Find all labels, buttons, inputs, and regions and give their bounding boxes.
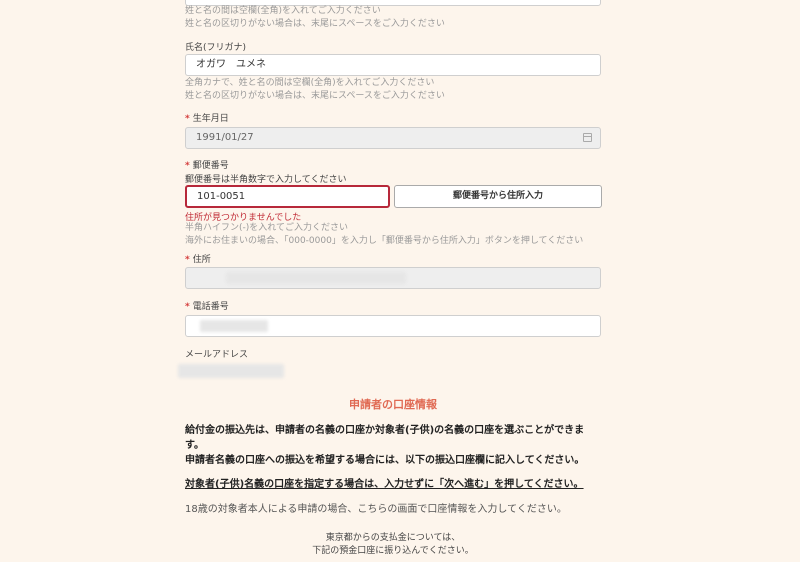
birth-label-text: 生年月日 [192, 114, 229, 124]
postal-lookup-button[interactable]: 郵便番号から住所入力 [394, 185, 602, 208]
address-label: * 住所 [185, 252, 211, 265]
postal-hint-2: 海外にお住まいの場合、「000-0000」を入力し「郵便番号から住所入力」ボタン… [185, 236, 584, 246]
birth-date-input[interactable]: 1991/01/27 [185, 127, 601, 149]
birth-label: * 生年月日 [185, 111, 229, 124]
required-mark: * [185, 302, 190, 312]
account-section-title: 申請者の口座情報 [349, 398, 437, 411]
account-center-line-2: 下記の預金口座に振り込んでください。 [312, 546, 474, 556]
address-label-text: 住所 [192, 255, 211, 265]
postal-label-text: 郵便番号 [192, 161, 229, 171]
postal-code-input[interactable]: 101-0051 [185, 185, 390, 208]
name-kana-hint-2: 姓と名の区切りがない場合は、末尾にスペースをご入力ください [185, 91, 445, 101]
redacted-phone [200, 320, 268, 332]
required-mark: * [185, 114, 190, 124]
name-kanji-hint-1: 姓と名の間は空欄(全角)を入れてご入力ください [185, 6, 381, 16]
account-paragraph-3: 対象者(子供)名義の口座を指定する場合は、入力せずに「次へ進む」を押してください… [185, 479, 584, 490]
postal-hint-1: 半角ハイフン(-)を入れてご入力ください [185, 223, 349, 233]
phone-label: * 電話番号 [185, 299, 229, 312]
account-center-line-1: 東京都からの支払金については、 [325, 533, 461, 543]
postal-sub-label: 郵便番号は半角数字で入力してください [185, 175, 347, 185]
account-paragraph-4: 18歳の対象者本人による申請の場合、こちらの画面で口座情報を入力してください。 [185, 504, 567, 515]
phone-input[interactable] [185, 315, 601, 337]
name-kanji-hint-2: 姓と名の区切りがない場合は、末尾にスペースをご入力ください [185, 19, 445, 29]
name-kana-label: 氏名(フリガナ) [185, 43, 247, 53]
birth-date-value: 1991/01/27 [196, 132, 254, 143]
account-paragraph-1: 給付金の振込先は、申請者の名義の口座か対象者(子供)の名義の口座を選ぶことができ… [185, 425, 585, 451]
required-mark: * [185, 255, 190, 265]
email-label: メールアドレス [185, 350, 249, 360]
name-kana-hint-1: 全角カナで、姓と名の間は空欄(全角)を入れてご入力ください [185, 78, 435, 88]
required-mark: * [185, 161, 190, 171]
phone-label-text: 電話番号 [192, 302, 229, 312]
address-input[interactable] [185, 267, 601, 289]
name-kana-input[interactable]: オガワ ユメネ [185, 54, 601, 76]
redacted-email [178, 364, 284, 378]
redacted-address [226, 272, 406, 284]
account-paragraph-2: 申請者名義の口座への振込を希望する場合には、以下の振込口座欄に記入してください。 [185, 455, 585, 466]
postal-label: * 郵便番号 [185, 158, 229, 171]
calendar-icon[interactable] [583, 133, 592, 142]
